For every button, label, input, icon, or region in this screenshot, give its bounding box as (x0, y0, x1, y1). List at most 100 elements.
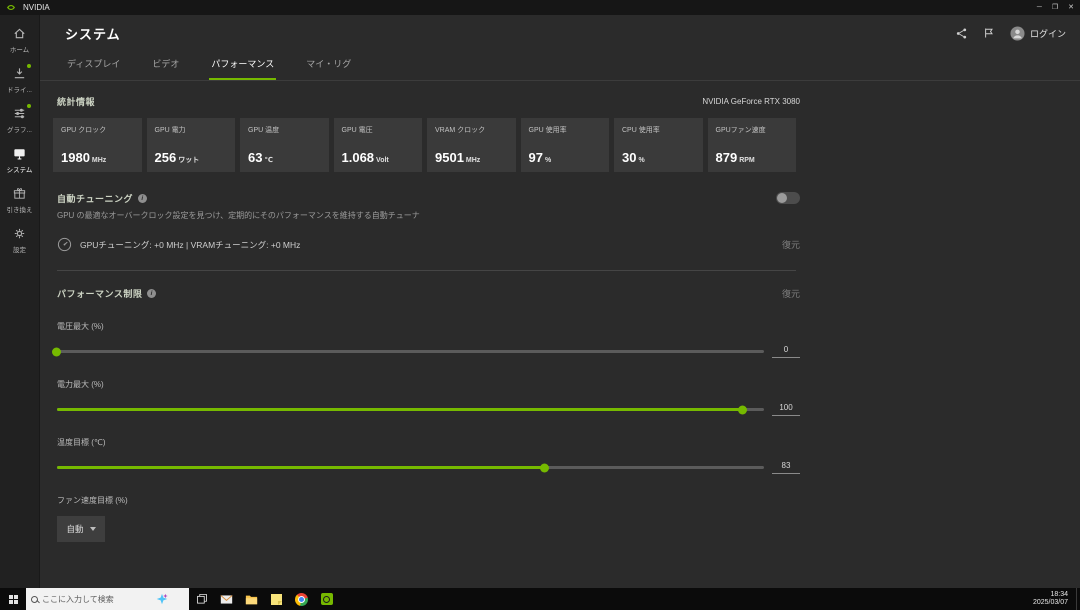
fan-target-dropdown[interactable]: 自動 (57, 516, 105, 542)
sidebar-item-label: 引き換え (6, 207, 33, 214)
stat-card-vram-clock: VRAM クロック 9501 MHz (427, 118, 516, 172)
sidebar-item-home[interactable]: ホーム (0, 21, 40, 61)
copilot-sparkle-icon[interactable] (156, 593, 168, 605)
auto-tuning-toggle[interactable] (776, 192, 800, 204)
info-icon[interactable] (138, 194, 148, 203)
power-max-value[interactable]: 100 (772, 403, 800, 416)
stat-unit: MHz (465, 157, 481, 164)
sidebar-item-system[interactable]: システム (0, 141, 40, 181)
maximize-button[interactable]: ❐ (1052, 4, 1058, 12)
login-label: ログイン (1029, 28, 1066, 39)
system-icon (14, 149, 25, 160)
sticky-notes-button[interactable] (264, 588, 289, 610)
stat-unit: ワット (178, 157, 200, 164)
auto-tuning-description: GPU の最適なオーバークロック設定を見つけ、定期的にそのパフォーマンスを維持す… (57, 211, 420, 220)
temp-target-label: 温度目標 (℃) (57, 438, 106, 447)
sidebar-item-redeem[interactable]: 引き換え (0, 181, 40, 221)
task-view-icon (196, 594, 207, 604)
stat-value: 9501 (435, 150, 464, 165)
stat-card-gpu-power: GPU 電力 256 ワット (146, 118, 235, 172)
auto-tuning-restore-button[interactable]: 復元 (782, 238, 800, 251)
info-icon[interactable] (147, 289, 157, 298)
stat-label: GPU クロック (61, 127, 107, 134)
sidebar-item-label: ホーム (9, 47, 30, 54)
stat-label: GPU 電力 (154, 127, 186, 134)
chrome-browser-button[interactable] (289, 588, 314, 610)
auto-tuning-title: 自動チューニング (57, 194, 134, 204)
section-divider (57, 270, 796, 271)
stat-card-gpu-voltage: GPU 電圧 1.068 Volt (333, 118, 422, 172)
tab-video[interactable]: ビデオ (150, 51, 181, 80)
notification-dot (26, 104, 31, 108)
task-view-button[interactable] (189, 588, 214, 610)
sidebar-item-label: ドライ... (7, 87, 32, 94)
temp-target-slider[interactable] (57, 463, 764, 472)
tab-my-rig[interactable]: マイ・リグ (304, 51, 353, 80)
slider-handle[interactable] (52, 347, 61, 356)
performance-limits-restore-button[interactable]: 復元 (782, 287, 800, 300)
mail-icon (220, 594, 233, 604)
slider-handle[interactable] (539, 463, 549, 472)
windows-taskbar: 18:34 2025/03/07 (0, 588, 1080, 610)
power-max-slider[interactable] (57, 405, 764, 414)
mail-app-button[interactable] (214, 588, 239, 610)
login-button[interactable]: ログイン (1010, 25, 1066, 41)
search-input[interactable] (42, 594, 152, 604)
sidebar-item-label: グラフ... (7, 127, 32, 134)
nvidia-app-button[interactable] (314, 588, 339, 610)
gpu-name: NVIDIA GeForce RTX 3080 (702, 97, 800, 106)
feedback-icon[interactable] (983, 27, 995, 39)
tab-display[interactable]: ディスプレイ (65, 51, 122, 80)
graphics-icon (14, 108, 25, 119)
stat-value: 1980 (61, 150, 90, 165)
voltage-max-slider[interactable] (52, 347, 764, 356)
share-icon[interactable] (955, 27, 968, 40)
show-desktop-button[interactable] (1076, 588, 1080, 610)
sidebar: ホーム ドライ... グラフ... システム 引き換え 設定 (0, 15, 40, 588)
chrome-icon (295, 592, 308, 606)
stat-value: 97 (528, 150, 543, 165)
sidebar-item-drivers[interactable]: ドライ... (0, 61, 40, 101)
sticky-notes-icon (271, 593, 282, 605)
minimize-button[interactable]: ─ (1037, 4, 1042, 12)
power-max-label: 電力最大 (%) (57, 380, 104, 389)
sidebar-item-graphics[interactable]: グラフ... (0, 101, 40, 141)
taskbar-clock[interactable]: 18:34 2025/03/07 (1025, 591, 1076, 607)
stat-card-gpu-clock: GPU クロック 1980 MHz (53, 118, 142, 172)
stat-label: GPU 温度 (248, 127, 280, 134)
stat-unit: RPM (739, 157, 755, 164)
settings-gear-icon (14, 228, 25, 239)
stat-label: CPU 使用率 (622, 127, 660, 134)
stat-card-gpu-fan: GPUファン速度 879 RPM (707, 118, 796, 172)
avatar (1010, 25, 1025, 41)
voltage-max-value[interactable]: 0 (772, 345, 800, 358)
stat-label: VRAM クロック (435, 127, 486, 134)
tuning-gauge-icon (57, 237, 72, 252)
close-button[interactable]: ✕ (1068, 4, 1074, 12)
slider-handle[interactable] (737, 405, 747, 414)
tab-performance[interactable]: パフォーマンス (209, 51, 277, 80)
tuning-status-text: GPUチューニング: +0 MHz | VRAMチューニング: +0 MHz (80, 239, 301, 250)
window-titlebar: NVIDIA ─ ❐ ✕ (0, 0, 1080, 15)
tab-bar: ディスプレイ ビデオ パフォーマンス マイ・リグ (40, 51, 1080, 81)
voltage-max-label: 電圧最大 (%) (57, 322, 104, 331)
drivers-icon (14, 68, 25, 79)
nvidia-app-icon (320, 593, 333, 605)
taskbar-search[interactable] (26, 588, 189, 610)
start-button[interactable] (0, 588, 26, 610)
stat-label: GPU 使用率 (528, 127, 567, 134)
performance-limits-title: パフォーマンス制限 (57, 289, 143, 299)
sidebar-item-settings[interactable]: 設定 (0, 221, 40, 261)
redeem-icon (13, 188, 26, 199)
file-explorer-icon (245, 595, 258, 604)
page-title: システム (65, 26, 121, 42)
toggle-knob (777, 193, 787, 203)
file-explorer-button[interactable] (239, 588, 264, 610)
temp-target-value[interactable]: 83 (772, 461, 800, 474)
main-panel: システム ログイン ディスプレイ ビデオ パフォーマンス マイ・リグ 統計情報 … (40, 15, 1080, 588)
stat-cards: GPU クロック 1980 MHz GPU 電力 256 ワット GPU 温度 63… (53, 118, 796, 172)
stat-unit: Volt (376, 157, 389, 164)
stat-value: 30 (622, 150, 637, 165)
sidebar-item-label: システム (6, 167, 33, 174)
stat-label: GPUファン速度 (715, 127, 766, 134)
